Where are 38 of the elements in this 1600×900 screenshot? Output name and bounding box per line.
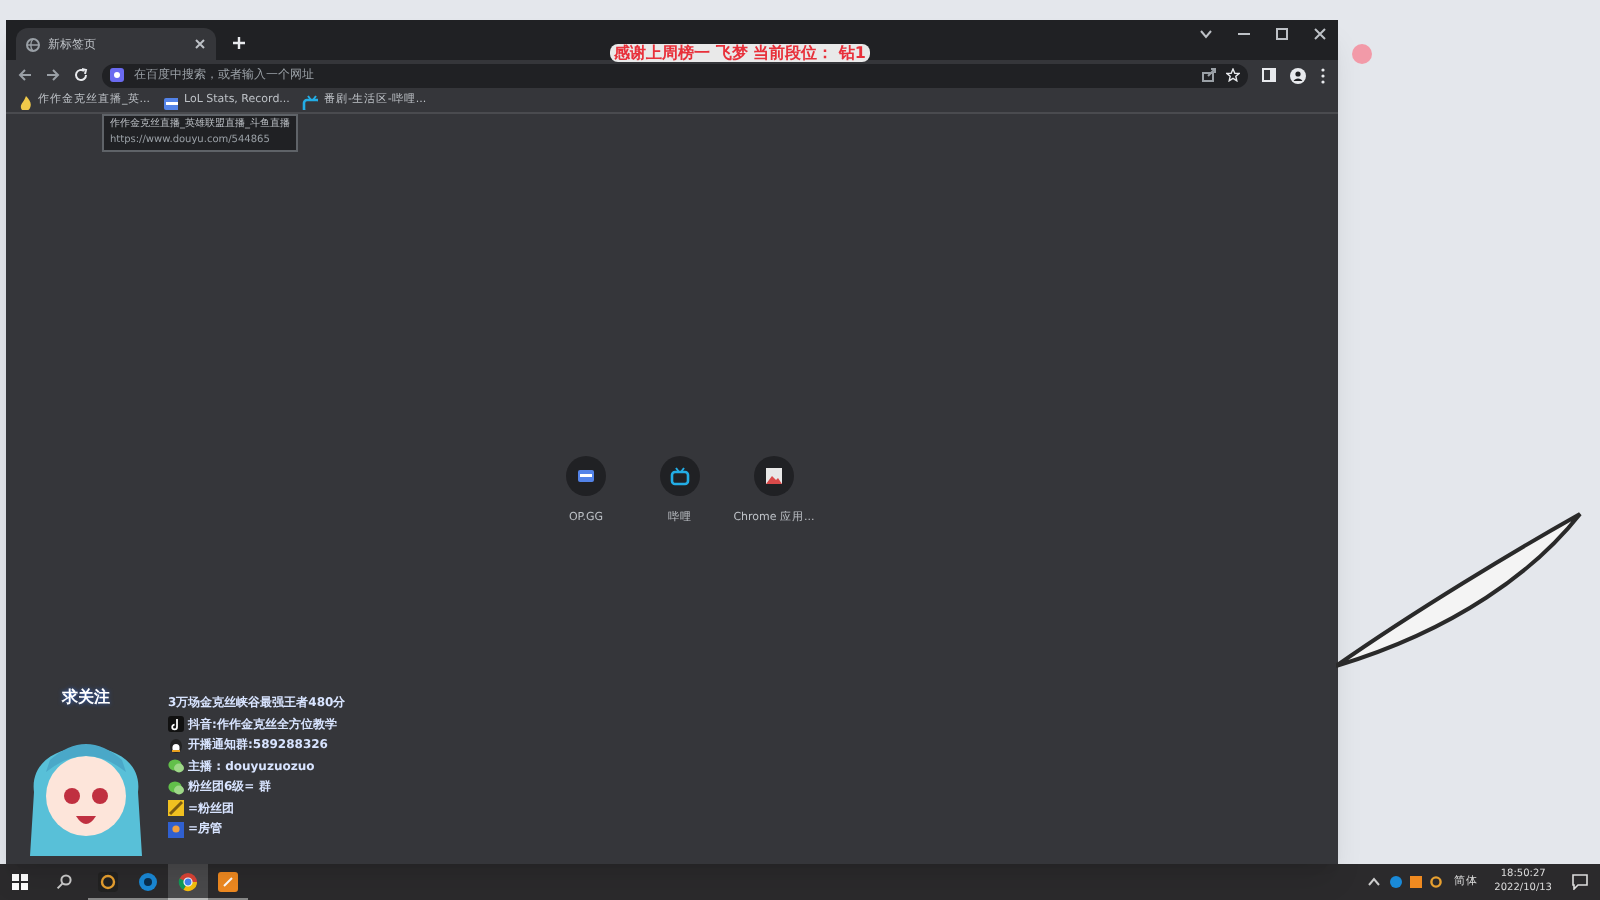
more-menu-icon[interactable] — [1320, 67, 1326, 83]
blossom-drawing — [1352, 44, 1372, 64]
shortcut-tile[interactable] — [566, 456, 606, 496]
close-icon[interactable] — [194, 38, 206, 50]
g-app-icon — [98, 871, 118, 891]
chevron-up-icon[interactable] — [1368, 876, 1381, 888]
search-engine-icon — [110, 68, 124, 82]
opgg-logo-icon — [162, 93, 178, 109]
ring-app-icon — [138, 871, 158, 891]
g-tray-icon[interactable] — [1430, 876, 1443, 888]
notification-icon[interactable] — [1572, 874, 1588, 890]
reload-icon[interactable] — [74, 68, 88, 82]
forward-arrow-icon[interactable] — [46, 68, 60, 82]
chrome-icon — [178, 871, 198, 891]
shortcut-tile[interactable] — [660, 456, 700, 496]
side-panel-icon[interactable] — [1262, 68, 1276, 82]
maximize-icon[interactable] — [1276, 28, 1288, 40]
close-icon[interactable] — [1314, 28, 1326, 40]
back-arrow-icon[interactable] — [18, 68, 32, 82]
stream-banner: 感谢上周榜一 飞梦 当前段位： 钻1 — [610, 44, 870, 62]
star-icon[interactable] — [1226, 68, 1240, 82]
opgg-logo-icon — [576, 466, 596, 486]
shortcut-tile[interactable] — [754, 456, 794, 496]
share-icon[interactable] — [1202, 68, 1216, 82]
new-tab-icon[interactable] — [232, 36, 246, 50]
minimize-icon[interactable] — [1238, 28, 1250, 40]
pencil-app-icon — [218, 871, 238, 891]
picture-icon — [764, 466, 784, 486]
chevron-down-icon[interactable] — [1200, 28, 1212, 40]
taskbar-app[interactable] — [168, 864, 208, 900]
badge-icon — [168, 800, 184, 816]
note-tray-icon[interactable] — [1410, 876, 1423, 888]
music-note-icon — [168, 716, 184, 732]
profile-icon[interactable] — [1290, 67, 1306, 83]
windows-logo-icon[interactable] — [12, 874, 28, 890]
globe-icon — [26, 37, 40, 51]
follow-text: 求关注 — [62, 686, 110, 710]
search-icon[interactable] — [56, 874, 72, 890]
